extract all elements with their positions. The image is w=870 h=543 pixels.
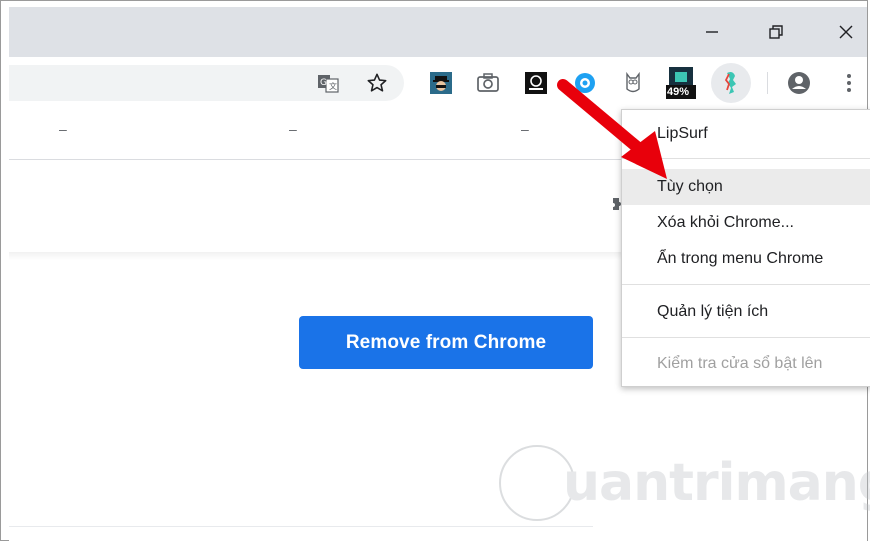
menu-separator [622, 284, 870, 285]
svg-text:G: G [320, 78, 327, 88]
minimize-icon [706, 31, 718, 33]
browser-toolbar: G 文 49% [9, 57, 867, 109]
extension-screen-recorder-icon[interactable] [522, 69, 550, 97]
bookmark-placeholder: – [521, 121, 529, 137]
bookmark-placeholder: – [289, 121, 297, 137]
red-arrow-annotation [557, 79, 667, 179]
watermark-logo: uantrimang [499, 445, 870, 521]
menu-separator [622, 337, 870, 338]
restore-icon [769, 25, 783, 39]
menu-item-manage-extensions[interactable]: Quản lý tiện ích [622, 294, 870, 330]
menu-item-hide-in-menu[interactable]: Ẩn trong menu Chrome [622, 241, 870, 277]
profile-avatar-icon[interactable] [785, 69, 813, 97]
extension-spy-icon[interactable] [427, 69, 455, 97]
bookmark-placeholder: – [59, 121, 67, 137]
extension-lipsurf-icon[interactable] [711, 63, 751, 103]
address-bar[interactable]: G 文 [9, 65, 404, 101]
restore-button[interactable] [759, 15, 793, 49]
close-icon [839, 25, 853, 39]
menu-item-remove-from-chrome[interactable]: Xóa khỏi Chrome... [622, 205, 870, 241]
bookmark-star-icon[interactable] [363, 69, 391, 97]
svg-text:文: 文 [329, 81, 337, 91]
menu-item-inspect-popup: Kiểm tra cửa sổ bật lên [657, 355, 823, 372]
remove-from-chrome-button[interactable]: Remove from Chrome [299, 316, 593, 369]
title-bar [9, 7, 867, 57]
minimize-button[interactable] [695, 15, 729, 49]
content-divider [9, 526, 593, 527]
close-button[interactable] [829, 15, 863, 49]
camera-icon[interactable] [474, 69, 502, 97]
toolbar-separator [767, 72, 768, 94]
translate-icon[interactable]: G 文 [314, 69, 342, 97]
chrome-menu-icon[interactable] [835, 69, 863, 97]
watermark-text: uantrimang [563, 453, 870, 513]
